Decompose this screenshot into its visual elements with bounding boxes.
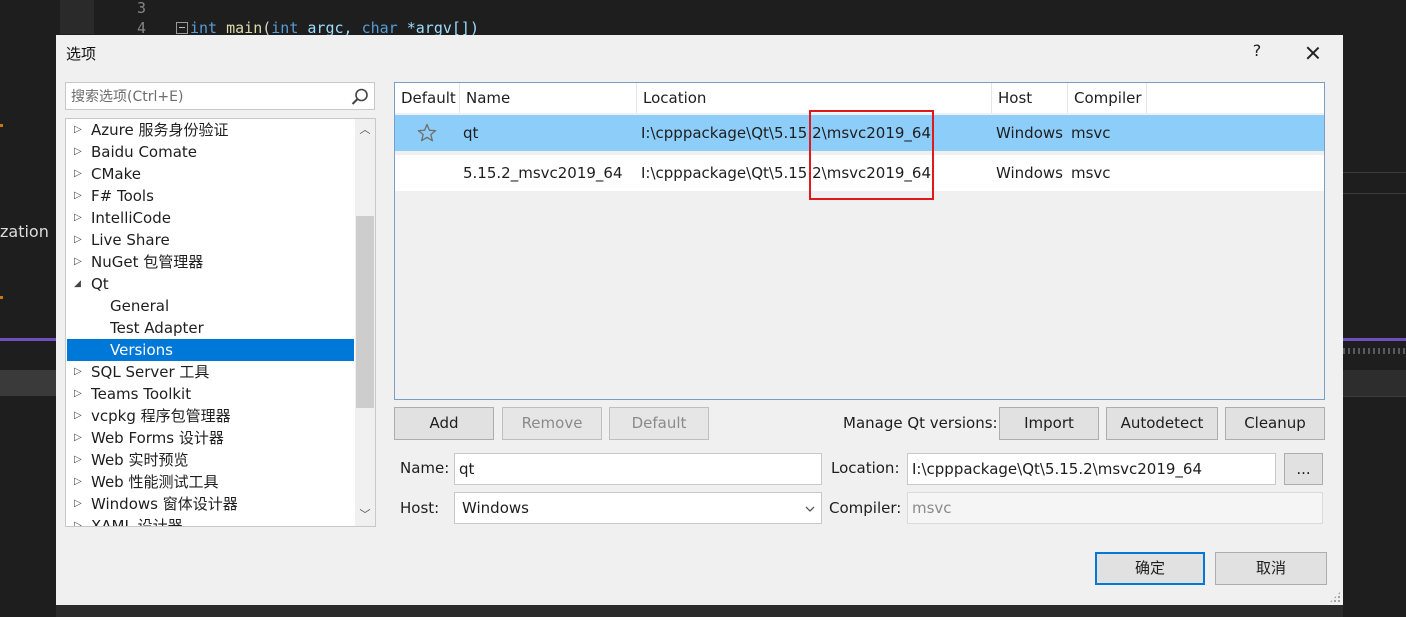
tree-item-web-perf-test[interactable]: ▷ Web 性能测试工具 [66, 471, 354, 493]
expand-arrow-icon[interactable]: ▷ [74, 229, 84, 251]
tree-item-fsharp-tools[interactable]: ▷ F# Tools [66, 185, 354, 207]
tree-item-qt[interactable]: ◢ Qt [66, 273, 354, 295]
tree-item-teams-toolkit[interactable]: ▷ Teams Toolkit [66, 383, 354, 405]
search-input[interactable] [71, 87, 341, 107]
options-dialog: 选项 ? ▷Azure 服务身份验证 ▷Baidu Comate ▷CMake … [56, 35, 1343, 605]
scroll-thumb[interactable] [356, 216, 374, 408]
marker [0, 296, 3, 299]
expand-arrow-icon[interactable]: ▷ [74, 449, 84, 471]
location-field[interactable] [912, 459, 1268, 479]
options-tree: ▷ Azure 服务身份验证 ▷ Baidu Comate ▷ CMake ▷ F# T… [65, 118, 376, 527]
compiler-field-box [907, 492, 1323, 524]
add-button[interactable]: Add [394, 407, 494, 440]
help-button[interactable]: ? [1246, 41, 1268, 60]
expand-arrow-icon[interactable]: ▷ [74, 119, 84, 141]
browse-button[interactable]: ... [1284, 453, 1323, 485]
scroll-up-icon[interactable]: ︿ [355, 121, 375, 139]
marker [0, 124, 3, 127]
column-header-location[interactable]: Location [637, 83, 992, 113]
expand-arrow-icon[interactable]: ▷ [74, 383, 84, 405]
tree-item-intellicode[interactable]: ▷ IntelliCode [66, 207, 354, 229]
tree-item-qt-test-adapter[interactable]: Test Adapter [66, 317, 354, 339]
background-accent [1343, 338, 1406, 341]
tree-item-windows-forms[interactable]: ▷ Windows 窗体设计器 [66, 493, 354, 515]
table-header: Default Name Location Host Compiler [395, 83, 1324, 113]
annotation-highlight [809, 110, 934, 200]
expand-arrow-icon[interactable]: ▷ [74, 251, 84, 273]
scroll-down-icon[interactable]: ﹀ [355, 506, 375, 524]
tree-item-vcpkg[interactable]: ▷ vcpkg 程序包管理器 [66, 405, 354, 427]
host-select[interactable]: Windows [454, 492, 822, 524]
expand-arrow-icon[interactable]: ▷ [74, 185, 84, 207]
line-number: 3 [136, 0, 146, 17]
cell-compiler: msvc [1071, 164, 1111, 182]
compiler-label: Compiler: [829, 499, 902, 517]
tree-scrollbar[interactable]: ︿ ﹀ [355, 119, 375, 526]
location-field-box [907, 453, 1276, 485]
tree-item-qt-general[interactable]: General [66, 295, 354, 317]
background-text: zation [0, 222, 49, 241]
column-header-host[interactable]: Host [992, 83, 1068, 113]
background-accent [0, 338, 56, 341]
name-field[interactable] [459, 459, 814, 479]
star-icon[interactable] [417, 123, 437, 143]
manage-versions-label: Manage Qt versions: [843, 414, 998, 432]
tree-item-baidu-comate[interactable]: ▷ Baidu Comate [66, 141, 354, 163]
expand-arrow-icon[interactable]: ▷ [74, 405, 84, 427]
location-label: Location: [831, 459, 900, 477]
background-panel [0, 370, 56, 396]
host-select-value: Windows [462, 499, 529, 517]
column-header-name[interactable]: Name [460, 83, 637, 113]
expand-arrow-icon[interactable]: ▷ [74, 471, 84, 493]
tree-item-sql-server[interactable]: ▷ SQL Server 工具 [66, 361, 354, 383]
expand-arrow-icon[interactable]: ▷ [74, 141, 84, 163]
tree-item-nuget[interactable]: ▷ NuGet 包管理器 [66, 251, 354, 273]
tree-item-web-forms[interactable]: ▷ Web Forms 设计器 [66, 427, 354, 449]
editor-gutter [60, 0, 94, 34]
background-panel [56, 605, 1343, 617]
tree-item-qt-versions[interactable]: Versions [67, 339, 354, 361]
host-label: Host: [400, 499, 440, 517]
resize-grip-icon[interactable] [1329, 591, 1341, 603]
collapse-arrow-icon[interactable]: ◢ [74, 273, 84, 295]
cell-compiler: msvc [1071, 124, 1111, 142]
compiler-field[interactable] [912, 498, 1312, 518]
expand-arrow-icon[interactable]: ▷ [74, 427, 84, 449]
expand-arrow-icon[interactable]: ▷ [74, 361, 84, 383]
name-field-box [454, 453, 822, 485]
name-label: Name: [400, 459, 450, 477]
expand-arrow-icon[interactable]: ▷ [74, 515, 84, 526]
set-default-button[interactable]: Default [609, 407, 709, 440]
remove-button[interactable]: Remove [502, 407, 602, 440]
tree-item-web-live-preview[interactable]: ▷ Web 实时预览 [66, 449, 354, 471]
tree-list: ▷ Azure 服务身份验证 ▷ Baidu Comate ▷ CMake ▷ F# T… [66, 119, 354, 526]
import-button[interactable]: Import [999, 407, 1099, 440]
search-icon[interactable] [349, 86, 371, 108]
background-accent [1343, 348, 1406, 354]
expand-arrow-icon[interactable]: ▷ [74, 207, 84, 229]
cleanup-button[interactable]: Cleanup [1225, 407, 1325, 440]
background-panel [1343, 370, 1406, 397]
background-panel [1343, 172, 1406, 194]
autodetect-button[interactable]: Autodetect [1106, 407, 1218, 440]
expand-arrow-icon[interactable]: ▷ [74, 493, 84, 515]
cancel-button[interactable]: 取消 [1215, 552, 1327, 585]
tree-item-xaml[interactable]: ▷ XAML 设计器 [66, 515, 354, 526]
chevron-down-icon[interactable] [805, 505, 815, 513]
column-header-compiler[interactable]: Compiler [1068, 83, 1147, 113]
cell-host: Windows [996, 164, 1063, 182]
search-box [65, 82, 375, 110]
expand-arrow-icon[interactable]: ▷ [74, 163, 84, 185]
ok-button[interactable]: 确定 [1095, 552, 1205, 585]
cell-host: Windows [996, 124, 1063, 142]
column-header-default[interactable]: Default [395, 83, 460, 113]
tree-item-live-share[interactable]: ▷ Live Share [66, 229, 354, 251]
cell-name: qt [463, 124, 479, 142]
collapse-icon[interactable] [176, 22, 188, 34]
tree-item-azure[interactable]: ▷ Azure 服务身份验证 [66, 119, 354, 141]
dialog-title: 选项 [66, 45, 97, 63]
cell-name: 5.15.2_msvc2019_64 [463, 164, 623, 182]
tree-item-cmake[interactable]: ▷ CMake [66, 163, 354, 185]
close-button[interactable] [1298, 39, 1328, 67]
